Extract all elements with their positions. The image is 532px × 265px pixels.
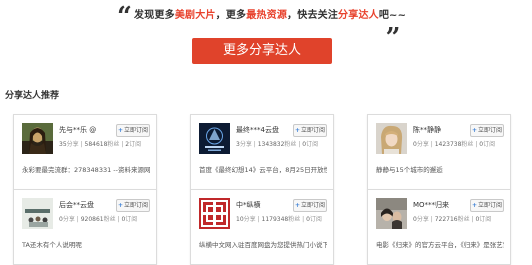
user-stats: 35分享 | 584618粉丝 | 2订阅 (59, 141, 142, 148)
user-description: 永彩要最完流群：278348331 --资料来源网络， (22, 166, 150, 174)
user-stats: 0分享 | 722716粉丝 | 0订阅 (413, 216, 492, 223)
movie-poster-icon (22, 198, 53, 229)
slogan-highlight: 分享达人 (338, 10, 379, 21)
plus-icon: + (471, 202, 477, 209)
slogan-text: ，更多 (215, 10, 247, 21)
slogan-highlight: 最热资源 (246, 10, 288, 21)
woman-portrait-icon (376, 123, 407, 154)
sharer-card: 后会**云盘 0分享 | 920861粉丝 | 0订阅 +立即订阅 TA还木有个… (13, 189, 157, 265)
subscribe-button[interactable]: +立即订阅 (116, 124, 150, 137)
plus-icon: + (117, 202, 123, 209)
user-description: 电影《归来》的官方云平台，《归来》是张艺谋、 (376, 241, 504, 249)
open-quote: “ (117, 2, 132, 32)
username[interactable]: MO***归来 (413, 200, 449, 210)
subscribe-button[interactable]: +立即订阅 (293, 199, 327, 212)
username[interactable]: 先与**乐 @ (59, 125, 96, 135)
close-quote: „ (386, 8, 401, 38)
user-description: 纵横中文网入驻百度网盘为您提供热门小说下载， (199, 241, 327, 249)
plus-icon: + (117, 127, 123, 134)
sharer-card: 最终***4云盘 3分享 | 1343832粉丝 | 0订阅 +立即订阅 首度《… (190, 114, 334, 190)
zongheng-logo-icon (199, 198, 230, 229)
sharer-card: 陈**静静 0分享 | 1423738粉丝 | 0订阅 +立即订阅 静静与15个… (367, 114, 511, 190)
avatar[interactable] (22, 123, 53, 154)
more-sharers-button[interactable]: 更多分享达人 (192, 38, 332, 64)
user-stats: 3分享 | 1343832粉丝 | 0订阅 (236, 141, 319, 148)
subscribe-button[interactable]: +立即订阅 (293, 124, 327, 137)
user-stats: 10分享 | 1179348粉丝 | 0订阅 (236, 216, 322, 223)
user-stats: 0分享 | 920861粉丝 | 0订阅 (59, 216, 138, 223)
final-fantasy-logo-icon (199, 123, 230, 154)
plus-icon: + (471, 127, 477, 134)
username[interactable]: 中*纵横 (236, 200, 261, 210)
avatar[interactable] (199, 198, 230, 229)
slogan-text: 发现更多 (134, 10, 175, 21)
username[interactable]: 最终***4云盘 (236, 125, 279, 135)
mona-lisa-icon (22, 123, 53, 154)
slogan-text: ，快去关注 (287, 10, 339, 21)
username[interactable]: 后会**云盘 (59, 200, 94, 210)
avatar[interactable] (22, 198, 53, 229)
section-title: 分享达人推荐 (5, 91, 60, 101)
subscribe-button[interactable]: +立即订阅 (470, 124, 504, 137)
sharer-card: 中*纵横 10分享 | 1179348粉丝 | 0订阅 +立即订阅 纵横中文网入… (190, 189, 334, 265)
username[interactable]: 陈**静静 (413, 125, 441, 135)
subscribe-button[interactable]: +立即订阅 (116, 199, 150, 212)
plus-icon: + (294, 127, 300, 134)
avatar[interactable] (376, 123, 407, 154)
plus-icon: + (294, 202, 300, 209)
avatar[interactable] (199, 123, 230, 154)
subscribe-button[interactable]: +立即订阅 (470, 199, 504, 212)
user-description: 首度《最终幻想14》云平台，8月25日开放性测 (199, 166, 327, 174)
coming-home-poster-icon (376, 198, 407, 229)
user-description: 静静与15个城市的邂逅 (376, 166, 443, 174)
sharer-card: 先与**乐 @ 35分享 | 584618粉丝 | 2订阅 +立即订阅 永彩要最… (13, 114, 157, 190)
user-stats: 0分享 | 1423738粉丝 | 0订阅 (413, 141, 496, 148)
sharer-card: MO***归来 0分享 | 722716粉丝 | 0订阅 +立即订阅 电影《归来… (367, 189, 511, 265)
slogan-highlight: 美剧大片 (174, 10, 216, 21)
promo-slogan: 发现更多美剧大片，更多最热资源，快去关注分享达人吧~~ (134, 6, 406, 21)
avatar[interactable] (376, 198, 407, 229)
user-description: TA还木有个人说明呢 (22, 241, 82, 249)
promo-banner: “ 发现更多美剧大片，更多最热资源，快去关注分享达人吧~~ „ 更多分享达人 (0, 0, 532, 80)
